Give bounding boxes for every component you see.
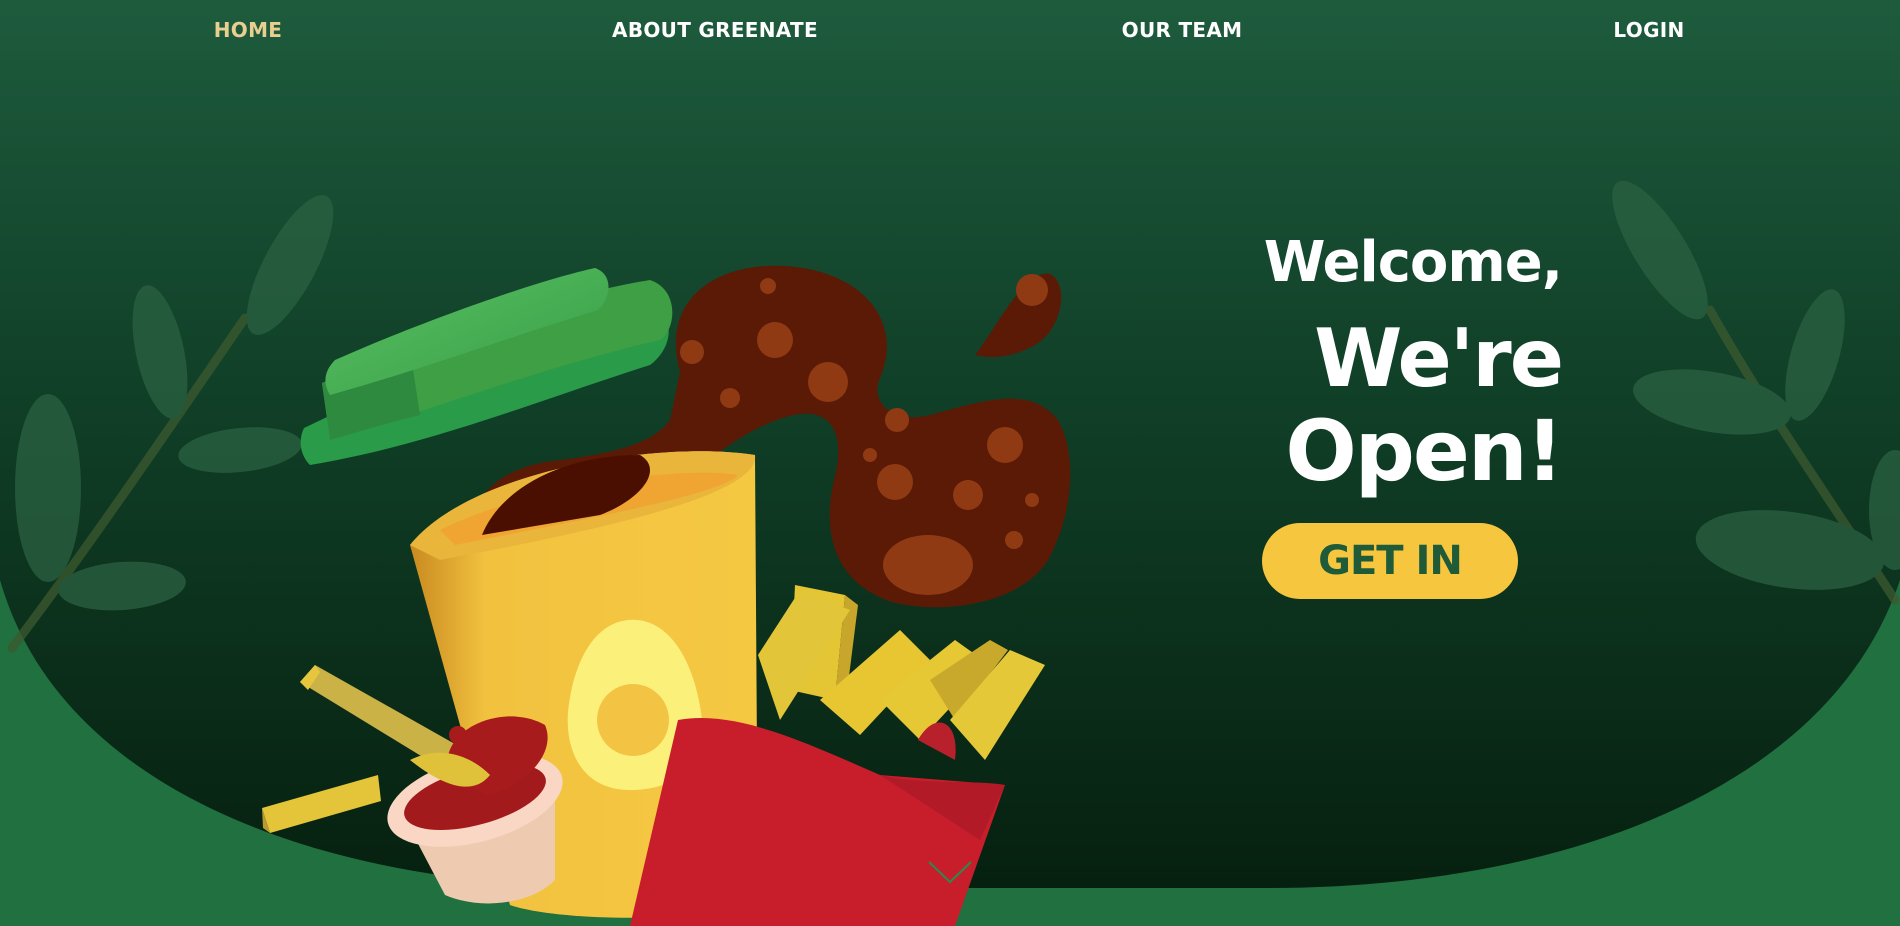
scroll-down-chevron-icon[interactable] bbox=[927, 860, 973, 892]
nav-our-team[interactable]: OUR TEAM bbox=[1122, 18, 1243, 42]
welcome-line-2: We're bbox=[1314, 312, 1564, 405]
main-navigation: HOME ABOUT GREENATE OUR TEAM LOGIN bbox=[0, 0, 1900, 62]
nav-about-greenate[interactable]: ABOUT GREENATE bbox=[612, 18, 818, 42]
welcome-line-1: Welcome, bbox=[1263, 230, 1563, 295]
nav-home[interactable]: HOME bbox=[214, 18, 283, 42]
get-in-button[interactable]: GET IN bbox=[1262, 523, 1518, 599]
hero-background bbox=[0, 0, 1900, 926]
welcome-line-3: Open! bbox=[1285, 402, 1564, 500]
nav-login[interactable]: LOGIN bbox=[1613, 18, 1684, 42]
